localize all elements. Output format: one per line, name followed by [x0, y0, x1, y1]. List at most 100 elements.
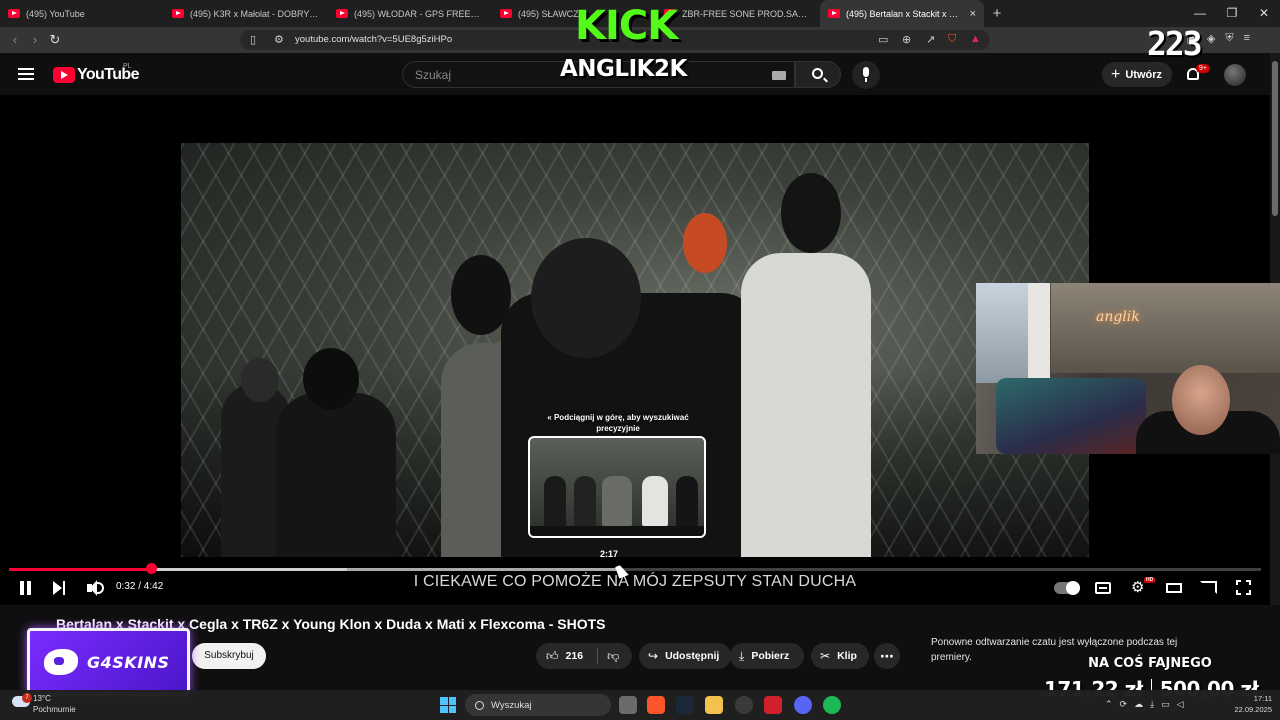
- task-view-icon[interactable]: [619, 696, 637, 714]
- forward-icon[interactable]: ›: [26, 31, 44, 49]
- tab-title: ZBR-FREE SONE PROD.SAMNU: [682, 8, 812, 19]
- vpn-icon[interactable]: ⛨: [1225, 32, 1233, 45]
- dislike-icon[interactable]: 👎︎: [607, 649, 619, 664]
- theater-mode-icon[interactable]: [1166, 583, 1182, 593]
- like-dislike-group: 👍︎ 216 👎︎: [536, 643, 632, 669]
- preview-figure: [676, 476, 698, 526]
- youtube-favicon-icon: [336, 9, 348, 18]
- menu-icon[interactable]: ≡: [1244, 32, 1250, 45]
- next-icon[interactable]: [53, 578, 67, 598]
- played-bar: [9, 568, 151, 571]
- minimize-icon[interactable]: —: [1184, 0, 1216, 27]
- weather-temp: 13°C: [33, 694, 51, 703]
- reload-icon[interactable]: ↻: [46, 31, 64, 49]
- download-button[interactable]: ⤓ Pobierz: [730, 643, 804, 669]
- search-icon: [812, 68, 823, 79]
- new-tab-button[interactable]: +: [984, 5, 1010, 22]
- voice-search-icon[interactable]: [852, 61, 880, 89]
- taskbar-search[interactable]: Wyszukaj: [465, 694, 611, 716]
- browser-tab[interactable]: (495) K3R x Małolat - DOBRY Z SERCA: [164, 0, 328, 27]
- system-tray: ⌃ ⟳ ☁ ⤓ ▭ ◁: [1105, 699, 1184, 710]
- donation-goal-title: NA COŚ FAJNEGO: [1088, 656, 1212, 671]
- clip-label: Klip: [837, 650, 857, 662]
- youtube-favicon-icon: [8, 9, 20, 18]
- fullscreen-icon[interactable]: [1236, 580, 1251, 595]
- app-icon[interactable]: [735, 696, 753, 714]
- pause-icon[interactable]: [19, 578, 33, 598]
- region-code: PL: [123, 63, 132, 70]
- close-window-icon[interactable]: ✕: [1248, 0, 1280, 27]
- weather-badge: 7: [22, 693, 32, 703]
- taskbar-clock[interactable]: 17:11 22.09.2025: [1228, 693, 1272, 715]
- person-head: [531, 238, 641, 358]
- tray-network-icon[interactable]: ▭: [1161, 699, 1170, 710]
- brave-browser-icon[interactable]: [647, 696, 665, 714]
- share-arrow-icon: ↪: [648, 649, 659, 663]
- install-app-icon[interactable]: ▭: [878, 33, 888, 46]
- back-icon[interactable]: ‹: [6, 31, 24, 49]
- autoplay-toggle[interactable]: [1054, 581, 1080, 595]
- like-icon[interactable]: 👍︎: [546, 649, 559, 664]
- search-icon: [475, 700, 484, 710]
- settings-gear-icon[interactable]: ⚙: [1131, 580, 1144, 596]
- keyboard-icon[interactable]: [772, 71, 786, 80]
- cast-icon[interactable]: [1200, 581, 1217, 594]
- hover-bar: [151, 568, 617, 571]
- tray-speaker-icon[interactable]: ◁: [1177, 699, 1184, 710]
- windows-start-icon[interactable]: [440, 697, 456, 713]
- tray-overflow-icon[interactable]: ⌃: [1105, 699, 1113, 710]
- tray-download-icon[interactable]: ⤓: [1150, 699, 1154, 710]
- g4skins-logo-icon: [44, 649, 78, 675]
- browser-tab[interactable]: (495) YouTube: [0, 0, 164, 27]
- share-icon[interactable]: ↗: [926, 33, 935, 46]
- brave-shield-icon[interactable]: ⛉: [948, 33, 956, 46]
- webcam-wall: [1051, 283, 1280, 373]
- clock-date: 22.09.2025: [1234, 705, 1272, 714]
- windows-taskbar: 7 13°C Pochmurnie Wyszukaj ⌃ ⟳ ☁ ⤓ ▭ ◁ 1…: [0, 690, 1280, 720]
- taskbar-search-label: Wyszukaj: [491, 699, 532, 711]
- zoom-icon[interactable]: ⊕: [902, 33, 911, 46]
- share-button[interactable]: ↪ Udostępnij: [639, 643, 731, 669]
- kick-logo: KICK: [575, 3, 678, 49]
- site-settings-icon[interactable]: ⚙: [274, 33, 284, 46]
- person-head: [683, 213, 727, 273]
- search-button[interactable]: [795, 61, 841, 88]
- guide-menu-icon[interactable]: [18, 68, 34, 80]
- avatar[interactable]: [1224, 64, 1246, 86]
- close-tab-icon[interactable]: ×: [964, 8, 976, 20]
- wallet-icon[interactable]: ◈: [1207, 32, 1215, 45]
- spotify-icon[interactable]: [823, 696, 841, 714]
- maximize-icon[interactable]: ❐: [1216, 0, 1248, 27]
- subtitles-icon[interactable]: [1095, 582, 1111, 594]
- person-figure: [741, 253, 871, 557]
- browser-tab[interactable]: (495) WŁODAR - GPS FREESTYLE (prod.: [328, 0, 492, 27]
- scrollbar-thumb[interactable]: [1272, 61, 1278, 216]
- brave-rewards-icon[interactable]: ▲: [970, 33, 981, 45]
- bookmark-icon[interactable]: ▯: [250, 33, 256, 46]
- browser-tab-active[interactable]: (495) Bertalan x Stackit x Cegła ×: [820, 0, 984, 27]
- subscribe-button[interactable]: Subskrybuj: [192, 643, 266, 669]
- create-button[interactable]: + Utwórz: [1102, 62, 1172, 87]
- app-icon[interactable]: [764, 696, 782, 714]
- youtube-favicon-icon: [828, 9, 840, 18]
- discord-icon[interactable]: [794, 696, 812, 714]
- tray-cloud-icon[interactable]: ☁: [1134, 699, 1143, 710]
- neon-sign: anglik: [1096, 309, 1140, 325]
- like-count[interactable]: 216: [566, 650, 584, 662]
- progress-bar[interactable]: [9, 568, 1261, 571]
- search-input[interactable]: Szukaj: [415, 68, 451, 82]
- clip-button[interactable]: ✂ Klip: [811, 643, 869, 669]
- more-actions-button[interactable]: ⋯: [874, 643, 900, 669]
- video-player[interactable]: anglik « Podciągnij w górę, aby wyszukiw…: [0, 95, 1280, 605]
- tray-sync-icon[interactable]: ⟳: [1120, 699, 1128, 710]
- file-explorer-icon[interactable]: [705, 696, 723, 714]
- download-label: Pobierz: [751, 650, 790, 662]
- window-controls: — ❐ ✕: [1184, 0, 1280, 27]
- seek-preview-thumbnail: [528, 436, 706, 538]
- url-text[interactable]: youtube.com/watch?v=5UE8g5ziHPo: [295, 34, 452, 45]
- steam-icon[interactable]: [676, 696, 694, 714]
- person-head: [781, 173, 841, 253]
- browser-tab[interactable]: ZBR-FREE SONE PROD.SAMNU: [656, 0, 820, 27]
- streamer-face: [1172, 365, 1230, 435]
- hd-badge: HD: [1144, 577, 1156, 583]
